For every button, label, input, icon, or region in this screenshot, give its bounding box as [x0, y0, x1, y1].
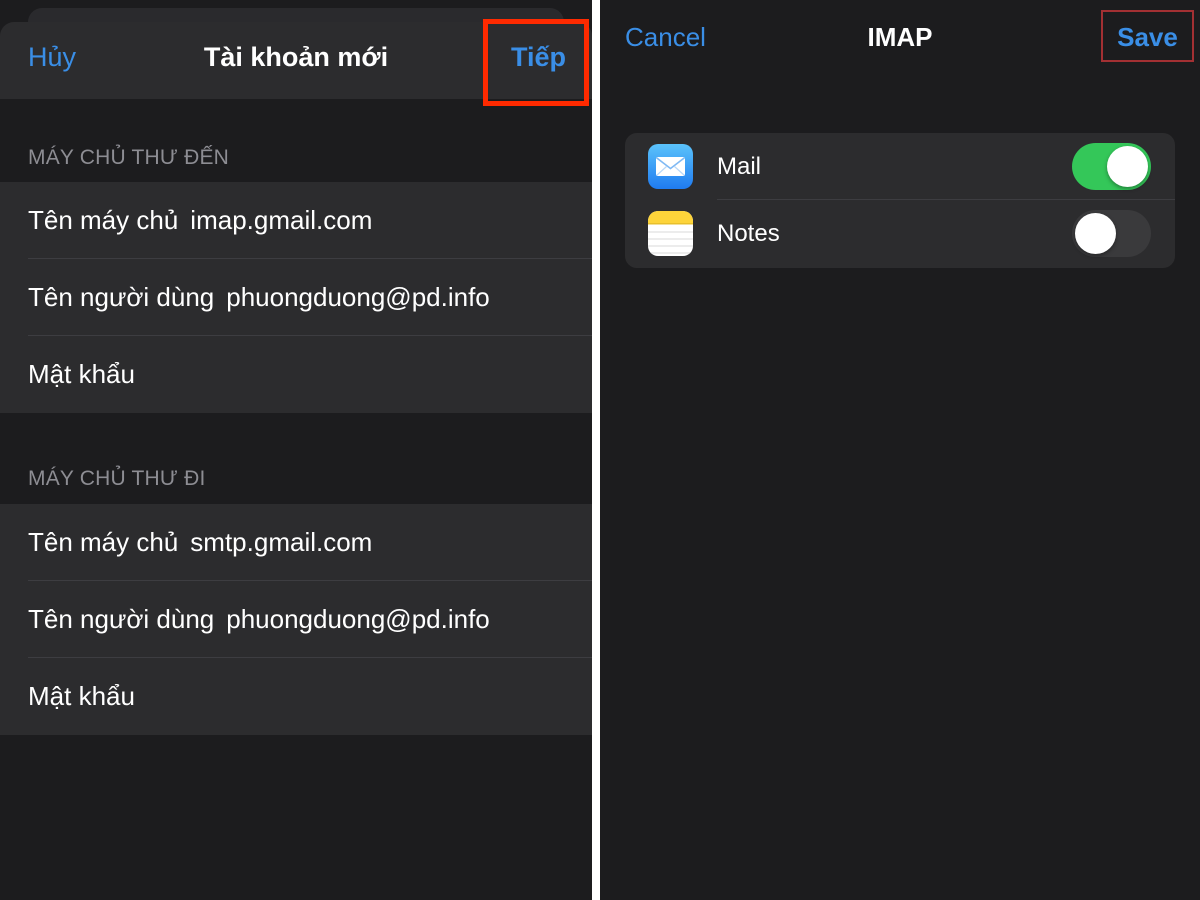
toggle-knob: [1075, 213, 1116, 254]
outgoing-username-row[interactable]: Tên người dùng phuongduong@pd.info: [0, 581, 592, 658]
mail-toggle[interactable]: [1072, 143, 1151, 190]
incoming-username-field[interactable]: phuongduong@pd.info: [226, 282, 490, 313]
mail-label: Mail: [717, 153, 762, 180]
notes-toggle[interactable]: [1072, 210, 1151, 257]
next-button-highlight: [483, 19, 589, 106]
list-item-mail: Mail: [625, 133, 1175, 200]
outgoing-username-field[interactable]: phuongduong@pd.info: [226, 604, 490, 635]
mail-app-icon: [648, 144, 693, 189]
hostname-label: Tên máy chủ: [28, 205, 179, 235]
imap-panel: Cancel IMAP Save Mail Notes: [600, 0, 1200, 900]
password-label: Mật khẩu: [28, 359, 135, 389]
notes-label: Notes: [717, 220, 780, 247]
list-item-notes: Notes: [625, 200, 1175, 267]
panel-divider: [592, 0, 600, 900]
outgoing-server-header: MÁY CHỦ THƯ ĐI: [28, 467, 206, 490]
toggle-knob: [1107, 146, 1148, 187]
new-account-panel: Hủy Tài khoản mới Tiếp MÁY CHỦ THƯ ĐẾN T…: [0, 0, 592, 900]
incoming-hostname-field[interactable]: imap.gmail.com: [190, 205, 372, 236]
outgoing-server-group: Tên máy chủ smtp.gmail.com Tên người dùn…: [0, 504, 592, 735]
username-label: Tên người dùng: [28, 604, 215, 634]
incoming-server-group: Tên máy chủ imap.gmail.com Tên người dùn…: [0, 182, 592, 413]
notes-app-icon: [648, 211, 693, 256]
outgoing-hostname-row[interactable]: Tên máy chủ smtp.gmail.com: [0, 504, 592, 581]
hostname-label: Tên máy chủ: [28, 527, 179, 557]
incoming-server-header: MÁY CHỦ THƯ ĐẾN: [28, 146, 230, 169]
app-sync-list: Mail Notes: [625, 133, 1175, 268]
password-label: Mật khẩu: [28, 681, 135, 711]
incoming-username-row[interactable]: Tên người dùng phuongduong@pd.info: [0, 259, 592, 336]
outgoing-hostname-field[interactable]: smtp.gmail.com: [190, 527, 372, 558]
outgoing-password-row[interactable]: Mật khẩu: [0, 658, 592, 735]
incoming-hostname-row[interactable]: Tên máy chủ imap.gmail.com: [0, 182, 592, 259]
incoming-password-row[interactable]: Mật khẩu: [0, 336, 592, 413]
save-button[interactable]: Save: [1103, 22, 1192, 53]
username-label: Tên người dùng: [28, 282, 215, 312]
save-button-highlight: Save: [1101, 10, 1194, 62]
